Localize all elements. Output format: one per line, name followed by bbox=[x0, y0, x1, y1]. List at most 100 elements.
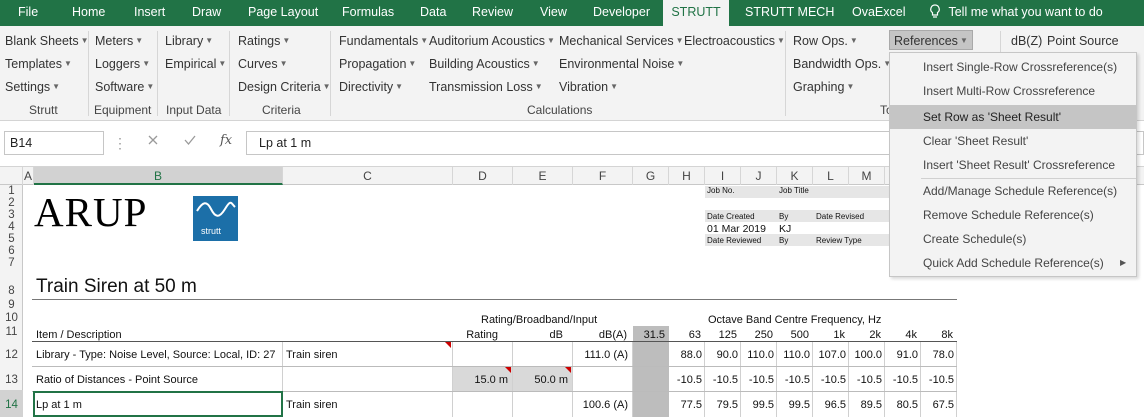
menu-item-insert-single-row-crossreference[interactable]: Insert Single-Row Crossreference(s) bbox=[890, 55, 1136, 79]
directivity-button[interactable]: Directivity ▼ bbox=[339, 80, 403, 94]
graphing-button[interactable]: Graphing ▼ bbox=[793, 80, 854, 94]
row14-value[interactable]: 80.5 bbox=[885, 399, 918, 411]
transmission-loss-button[interactable]: Transmission Loss ▼ bbox=[429, 80, 543, 94]
ratings-button[interactable]: Ratings ▼ bbox=[238, 34, 290, 48]
row-header-11[interactable]: 11 bbox=[0, 325, 23, 339]
row-header-1[interactable]: 1 bbox=[0, 185, 23, 197]
point-source-button[interactable]: Point Source bbox=[1047, 34, 1119, 48]
electroacoustics-button[interactable]: Electroacoustics ▼ bbox=[684, 34, 785, 48]
row12-value[interactable]: 91.0 bbox=[885, 349, 918, 361]
row-header-8[interactable]: 8 bbox=[0, 269, 23, 299]
row14-value[interactable]: 77.5 bbox=[669, 399, 702, 411]
curves-button[interactable]: Curves ▼ bbox=[238, 57, 288, 71]
row14-description[interactable]: Lp at 1 m bbox=[36, 399, 82, 411]
menu-item-quick-add-schedule-references[interactable]: Quick Add Schedule Reference(s) ▶ bbox=[890, 251, 1136, 275]
column-header-m[interactable]: M bbox=[849, 167, 885, 185]
column-header-i[interactable]: I bbox=[705, 167, 741, 185]
column-header-j[interactable]: J bbox=[741, 167, 777, 185]
tab-strutt-mech[interactable]: STRUTT MECH bbox=[745, 0, 834, 26]
column-header-l[interactable]: L bbox=[813, 167, 849, 185]
column-header-b[interactable]: B bbox=[34, 167, 283, 185]
row12-value[interactable]: 110.0 bbox=[741, 349, 774, 361]
tab-formulas[interactable]: Formulas bbox=[342, 0, 394, 26]
design-criteria-button[interactable]: Design Criteria ▼ bbox=[238, 80, 331, 94]
column-header-d[interactable]: D bbox=[453, 167, 513, 185]
row14-value[interactable]: 99.5 bbox=[741, 399, 774, 411]
row-header-14[interactable]: 14 bbox=[0, 390, 23, 417]
tab-home[interactable]: Home bbox=[72, 0, 105, 26]
tab-ovaexcel[interactable]: OvaExcel bbox=[852, 0, 906, 26]
row12-value[interactable]: 88.0 bbox=[669, 349, 702, 361]
row13-value[interactable]: -10.5 bbox=[669, 374, 702, 386]
mechanical-services-button[interactable]: Mechanical Services ▼ bbox=[559, 34, 684, 48]
fundamentals-button[interactable]: Fundamentals ▼ bbox=[339, 34, 428, 48]
row12-value[interactable]: 78.0 bbox=[921, 349, 954, 361]
tab-view[interactable]: View bbox=[540, 0, 567, 26]
column-header-h[interactable]: H bbox=[669, 167, 705, 185]
tab-developer[interactable]: Developer bbox=[593, 0, 650, 26]
menu-item-clear-sheet-result[interactable]: Clear 'Sheet Result' bbox=[890, 129, 1136, 153]
row-header-10[interactable]: 10 bbox=[0, 312, 23, 325]
references-button[interactable]: References ▼ bbox=[889, 30, 973, 50]
row13-value[interactable]: -10.5 bbox=[741, 374, 774, 386]
row-header-3[interactable]: 3 bbox=[0, 209, 23, 221]
row-header-7[interactable]: 7 bbox=[0, 257, 23, 269]
row13-value[interactable]: -10.5 bbox=[885, 374, 918, 386]
row14-value[interactable]: 89.5 bbox=[849, 399, 882, 411]
row-header-4[interactable]: 4 bbox=[0, 221, 23, 233]
tab-review[interactable]: Review bbox=[472, 0, 513, 26]
column-header-k[interactable]: K bbox=[777, 167, 813, 185]
templates-button[interactable]: Templates ▼ bbox=[5, 57, 72, 71]
column-header-f[interactable]: F bbox=[573, 167, 633, 185]
row12-dba[interactable]: 111.0 (A) bbox=[573, 349, 628, 361]
menu-item-insert-sheet-result-crossreference[interactable]: Insert 'Sheet Result' Crossreference bbox=[890, 153, 1136, 177]
settings-button[interactable]: Settings ▼ bbox=[5, 80, 60, 94]
enter-icon[interactable] bbox=[183, 133, 197, 150]
column-header-e[interactable]: E bbox=[513, 167, 573, 185]
row13-value[interactable]: -10.5 bbox=[705, 374, 738, 386]
tab-file[interactable]: File bbox=[18, 0, 38, 26]
row12-value[interactable]: 110.0 bbox=[777, 349, 810, 361]
tab-data[interactable]: Data bbox=[420, 0, 446, 26]
row-header-5[interactable]: 5 bbox=[0, 233, 23, 245]
row-header-9[interactable]: 9 bbox=[0, 299, 23, 312]
loggers-button[interactable]: Loggers ▼ bbox=[95, 57, 150, 71]
row12-value[interactable]: 90.0 bbox=[705, 349, 738, 361]
row13-description[interactable]: Ratio of Distances - Point Source bbox=[36, 374, 198, 386]
tell-me-box[interactable]: Tell me what you want to do bbox=[929, 0, 1103, 26]
menu-item-add-manage-schedule-references[interactable]: Add/Manage Schedule Reference(s) bbox=[890, 179, 1136, 203]
auditorium-acoustics-button[interactable]: Auditorium Acoustics ▼ bbox=[429, 34, 555, 48]
dbz-button[interactable]: dB(Z) bbox=[1011, 34, 1042, 48]
row-ops-button[interactable]: Row Ops. ▼ bbox=[793, 34, 858, 48]
vibration-button[interactable]: Vibration ▼ bbox=[559, 80, 618, 94]
row13-distance-1[interactable]: 15.0 m bbox=[453, 374, 508, 386]
row-header-13[interactable]: 13 bbox=[0, 365, 23, 390]
row13-value[interactable]: -10.5 bbox=[813, 374, 846, 386]
cancel-icon[interactable] bbox=[146, 133, 160, 150]
blank-sheets-button[interactable]: Blank Sheets ▼ bbox=[5, 34, 89, 48]
name-box[interactable]: B14 bbox=[4, 131, 104, 155]
library-button[interactable]: Library ▼ bbox=[165, 34, 213, 48]
row-header-6[interactable]: 6 bbox=[0, 245, 23, 257]
row14-value[interactable]: 79.5 bbox=[705, 399, 738, 411]
tab-draw[interactable]: Draw bbox=[192, 0, 221, 26]
row14-value[interactable]: 96.5 bbox=[813, 399, 846, 411]
tab-strutt[interactable]: STRUTT bbox=[663, 0, 729, 26]
column-header-a[interactable]: A bbox=[23, 167, 34, 185]
environmental-noise-button[interactable]: Environmental Noise ▼ bbox=[559, 57, 684, 71]
tab-page-layout[interactable]: Page Layout bbox=[248, 0, 318, 26]
row14-source[interactable]: Train siren bbox=[286, 399, 338, 411]
row14-dba[interactable]: 100.6 (A) bbox=[573, 399, 628, 411]
row14-value[interactable]: 67.5 bbox=[921, 399, 954, 411]
tab-insert[interactable]: Insert bbox=[134, 0, 165, 26]
fx-icon[interactable]: fx bbox=[220, 133, 232, 148]
propagation-button[interactable]: Propagation ▼ bbox=[339, 57, 416, 71]
menu-item-insert-multi-row-crossreference[interactable]: Insert Multi-Row Crossreference bbox=[890, 79, 1136, 103]
software-button[interactable]: Software ▼ bbox=[95, 80, 154, 94]
menu-item-set-row-as-sheet-result[interactable]: Set Row as 'Sheet Result' bbox=[890, 105, 1136, 129]
menu-item-remove-schedule-references[interactable]: Remove Schedule Reference(s) bbox=[890, 203, 1136, 227]
column-header-c[interactable]: C bbox=[283, 167, 453, 185]
row13-distance-2[interactable]: 50.0 m bbox=[513, 374, 568, 386]
empirical-button[interactable]: Empirical ▼ bbox=[165, 57, 226, 71]
row13-value[interactable]: -10.5 bbox=[777, 374, 810, 386]
